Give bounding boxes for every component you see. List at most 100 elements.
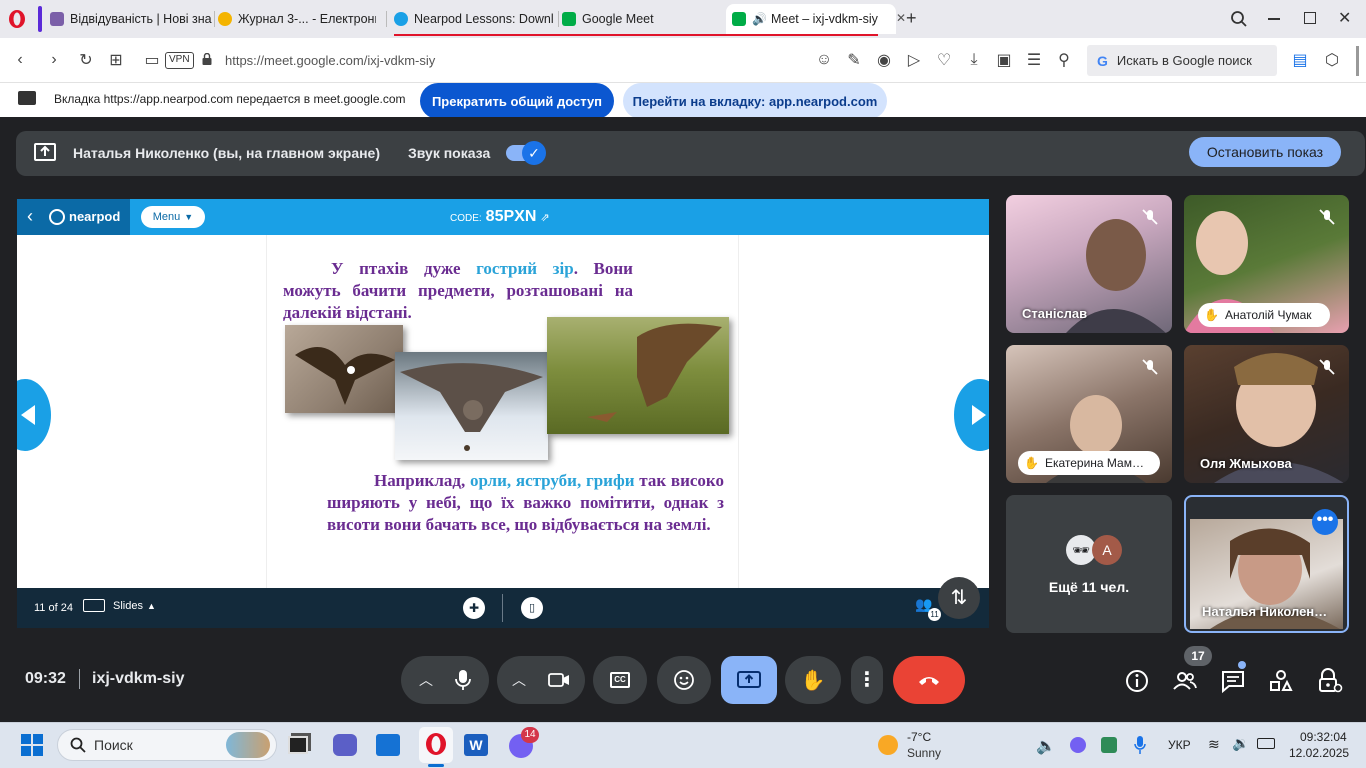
extensions-cube-icon[interactable]: ⬡	[1322, 50, 1342, 70]
hand-raised-icon: ✋	[1024, 456, 1039, 470]
meet-window: Наталья Николенко (вы, на главном экране…	[0, 117, 1366, 722]
stop-presenting-button[interactable]: Остановить показ	[1189, 137, 1341, 167]
tab-google-meet[interactable]: Google Meet	[562, 4, 722, 34]
activity-puzzle-icon[interactable]: ✚	[463, 597, 485, 619]
shared-screen: ‹ nearpod Menu ▼ CODE: 85PXN ⇗ У птахів …	[17, 199, 989, 628]
slides-icon	[83, 599, 105, 612]
people-icon[interactable]	[1172, 668, 1198, 694]
tab-label: Google Meet	[582, 12, 654, 26]
session-code[interactable]: CODE: 85PXN ⇗	[450, 208, 550, 226]
heart-icon[interactable]: ♡	[934, 50, 954, 70]
wifi-icon[interactable]: ≋	[1208, 736, 1220, 753]
microphone-tray-icon[interactable]	[1134, 735, 1146, 755]
taskbar-search[interactable]: Поиск	[57, 729, 277, 761]
participant-tile[interactable]: ✋ Екатерина Мам…	[1006, 345, 1172, 483]
mic-options-chevron-icon[interactable]: ︿	[419, 670, 433, 690]
more-participants-tile[interactable]: 🕶 A Ещё 11 чел.	[1006, 495, 1172, 633]
tab-nearpod[interactable]: Nearpod Lessons: Downlo	[394, 4, 554, 34]
video-camera-icon[interactable]	[548, 672, 570, 688]
volume-tray-icon[interactable]: 🔈	[1036, 736, 1056, 756]
slide-paragraph-1: У птахів дуже гострий зір. Вони можуть б…	[283, 259, 633, 322]
microphone-icon[interactable]	[455, 669, 471, 691]
teams-chat-icon[interactable]	[333, 734, 357, 756]
tab-attendance[interactable]: Відвідуваність | Нові знан	[50, 4, 212, 34]
opera-taskbar-icon[interactable]	[419, 727, 453, 763]
activities-icon[interactable]	[1268, 668, 1294, 694]
download-icon[interactable]: ⤓	[964, 50, 984, 70]
mic-off-icon	[1317, 357, 1337, 377]
previous-slide-button[interactable]	[17, 379, 51, 451]
participant-tile[interactable]: Станіслав	[1006, 195, 1172, 333]
vpn-badge[interactable]: VPN	[165, 52, 194, 69]
security-tray-icon[interactable]	[1101, 737, 1117, 753]
prev-arrow-icon	[21, 405, 35, 425]
clock-time[interactable]: 09:32:04	[1300, 730, 1347, 744]
tab-journal[interactable]: Журнал 3-... - Електронні	[218, 4, 376, 34]
word-icon[interactable]: W	[464, 734, 488, 756]
speaker-tray-icon[interactable]: 🔉	[1232, 735, 1249, 752]
search-tabs-icon[interactable]	[1230, 10, 1248, 28]
host-controls-icon[interactable]	[1317, 668, 1343, 694]
stop-sharing-button[interactable]: Прекратить общий доступ	[420, 83, 614, 119]
raise-hand-button[interactable]: ✋	[785, 656, 841, 704]
captions-button[interactable]: CC	[593, 656, 647, 704]
sidebar-panel-icon[interactable]: ▤	[1290, 50, 1310, 70]
emoji-icon[interactable]: ☺	[814, 50, 834, 70]
meeting-details-icon[interactable]	[1124, 668, 1150, 694]
minimize-icon[interactable]	[1268, 18, 1280, 20]
present-now-button[interactable]	[721, 656, 777, 704]
reactions-button[interactable]	[657, 656, 711, 704]
more-options-icon[interactable]: •••	[1312, 509, 1338, 535]
back-chevron-icon[interactable]: ‹	[27, 206, 33, 227]
forward-icon[interactable]: ›	[44, 50, 64, 70]
video-popout-icon[interactable]: ▭	[142, 50, 162, 70]
search-placeholder: Поиск	[94, 737, 133, 753]
new-tab-button[interactable]: +	[906, 8, 917, 29]
tab-favicon-icon	[50, 12, 64, 26]
reload-icon[interactable]: ↻	[76, 50, 96, 70]
sound-toggle[interactable]: ✓	[506, 141, 546, 165]
nearpod-menu-button[interactable]: Menu ▼	[141, 206, 205, 228]
next-slide-button[interactable]	[954, 379, 989, 451]
chat-icon[interactable]	[1220, 668, 1246, 694]
present-screen-icon	[737, 670, 761, 690]
bookmark-icon[interactable]: ▯	[521, 597, 543, 619]
play-icon[interactable]: ▷	[904, 50, 924, 70]
task-view-icon[interactable]	[288, 736, 308, 754]
tab-grid-icon[interactable]: ⊞	[106, 50, 126, 70]
close-tab-icon[interactable]: ✕	[896, 11, 906, 25]
edit-icon[interactable]: ✎	[844, 50, 864, 70]
more-options-button[interactable]: ⋮	[851, 656, 883, 704]
camera-options-chevron-icon[interactable]: ︿	[512, 670, 526, 690]
tab-meet-active[interactable]: 🔊 Meet – ixj-vdkm-siy	[726, 4, 896, 34]
slides-toggle[interactable]: Slides ▲	[83, 599, 156, 612]
participants-nearpod-count: 11	[928, 608, 941, 621]
clock-date[interactable]: 12.02.2025	[1289, 746, 1349, 760]
restore-icon[interactable]	[1304, 12, 1316, 24]
windows-start-icon[interactable]	[21, 734, 43, 756]
participant-tile[interactable]: ✋ Анатолій Чумак	[1184, 195, 1349, 333]
profile-icon[interactable]: ⚲	[1054, 50, 1074, 70]
close-window-icon[interactable]: ✕	[1338, 8, 1351, 28]
url-field[interactable]: https://meet.google.com/ixj-vdkm-siy	[225, 53, 435, 68]
viber-tray-icon[interactable]	[1070, 737, 1086, 753]
back-icon[interactable]: ‹	[10, 50, 30, 70]
camera-icon[interactable]: ◉	[874, 50, 894, 70]
opera-logo-icon[interactable]	[8, 9, 26, 29]
google-search-box[interactable]: G Искать в Google поиск	[1087, 45, 1277, 76]
leave-call-button[interactable]	[893, 656, 965, 704]
participant-tile[interactable]: Оля Жмыхова	[1184, 345, 1349, 483]
battery-icon[interactable]	[1257, 738, 1275, 749]
self-view-tile[interactable]: ••• Наталья Николен…	[1184, 495, 1349, 633]
reorder-fab[interactable]: ⇅	[938, 577, 980, 619]
language-indicator[interactable]: УКР	[1168, 738, 1191, 752]
switch-to-tab-button[interactable]: Перейти на вкладку: app.nearpod.com	[623, 83, 887, 119]
snapshot-icon[interactable]: ▣	[994, 50, 1014, 70]
weather-temp: -7°C	[907, 730, 932, 744]
microsoft-store-icon[interactable]	[376, 734, 400, 756]
more-participants-label: Ещё 11 чел.	[1048, 579, 1130, 595]
easy-setup-icon[interactable]: ☰	[1024, 50, 1044, 70]
mic-control: ︿	[401, 656, 489, 704]
page-counter: 11 of 24	[34, 602, 73, 614]
speaker-icon: 🔊	[752, 12, 767, 26]
